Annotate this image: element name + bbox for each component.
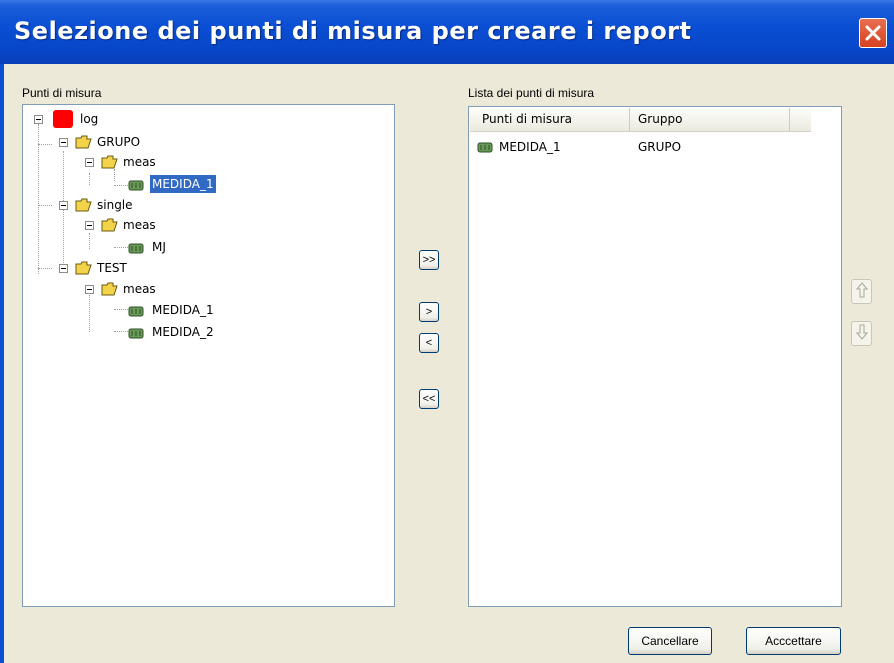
tree-node-single-mj[interactable]: MJ [23, 238, 223, 256]
tree-label: MJ [152, 240, 166, 254]
tree-label: TEST [97, 261, 127, 275]
arrow-up-icon [855, 282, 868, 298]
tree-node-test[interactable]: TEST [23, 259, 223, 277]
remove-one-button[interactable]: < [419, 333, 439, 353]
column-header-punti[interactable]: Punti di misura [470, 108, 630, 131]
collapse-toggle[interactable] [85, 285, 94, 294]
tree-node-grupo[interactable]: GRUPO [23, 133, 223, 151]
tree-node-test-medida2[interactable]: MEDIDA_2 [23, 323, 253, 341]
open-folder-icon [75, 261, 92, 275]
tree-node-test-medida1[interactable]: MEDIDA_1 [23, 301, 253, 319]
tree-node-single[interactable]: single [23, 196, 223, 214]
close-icon [865, 25, 881, 41]
collapse-toggle[interactable] [85, 158, 94, 167]
tree-label-selected: MEDIDA_1 [150, 175, 216, 193]
tree-node-test-meas[interactable]: meas [23, 280, 223, 298]
cancel-button[interactable]: Cancellare [628, 627, 712, 655]
list-cell-gruppo: GRUPO [638, 140, 682, 154]
accept-button[interactable]: Acccettare [746, 627, 841, 655]
tree-panel[interactable]: log GRUPO meas MEDIDA_1 single meas MJ T… [22, 104, 395, 607]
remove-all-button[interactable]: << [419, 389, 439, 409]
measure-point-icon [128, 180, 144, 191]
move-up-button[interactable] [851, 279, 872, 304]
add-one-button[interactable]: > [419, 302, 439, 322]
open-folder-icon [101, 282, 118, 296]
tree-label: MEDIDA_1 [152, 303, 214, 317]
measure-point-icon [477, 142, 493, 153]
window-border-left [0, 64, 4, 663]
collapse-toggle[interactable] [59, 138, 68, 147]
tree-label: meas [123, 155, 156, 169]
tree-label: log [80, 112, 99, 126]
tree-label: GRUPO [97, 135, 141, 149]
right-panel-label: Lista dei punti di misura [468, 86, 595, 100]
arrow-down-icon [855, 324, 868, 340]
column-header-gruppo[interactable]: Gruppo [630, 108, 790, 131]
tree-node-grupo-meas[interactable]: meas [23, 153, 223, 171]
collapse-toggle[interactable] [85, 221, 94, 230]
measure-point-icon [128, 243, 144, 254]
collapse-toggle[interactable] [34, 115, 43, 124]
close-button[interactable] [859, 18, 887, 48]
tree-node-log[interactable]: log [23, 110, 223, 128]
list-row[interactable]: MEDIDA_1 GRUPO [477, 138, 807, 156]
tree-label: meas [123, 282, 156, 296]
title-bar: Selezione dei punti di misura per creare… [0, 0, 894, 64]
collapse-toggle[interactable] [59, 201, 68, 210]
tree-label: meas [123, 218, 156, 232]
measure-point-icon [128, 306, 144, 317]
tree-label: single [97, 198, 133, 212]
open-folder-icon [75, 198, 92, 212]
tree-node-single-meas[interactable]: meas [23, 216, 223, 234]
selected-list-panel[interactable]: Punti di misura Gruppo MEDIDA_1 GRUPO [468, 106, 842, 607]
list-header: Punti di misura Gruppo [470, 108, 811, 132]
open-folder-icon [101, 155, 118, 169]
collapse-toggle[interactable] [59, 264, 68, 273]
open-folder-icon [101, 218, 118, 232]
move-down-button[interactable] [851, 321, 872, 346]
measure-point-icon [128, 328, 144, 339]
window-title: Selezione dei punti di misura per creare… [14, 17, 692, 45]
list-cell-punto: MEDIDA_1 [499, 140, 561, 154]
open-folder-icon [75, 135, 92, 149]
tree-label: MEDIDA_2 [152, 325, 214, 339]
left-panel-label: Punti di misura [22, 86, 102, 100]
log-root-icon [53, 110, 73, 128]
tree-node-grupo-medida1[interactable]: MEDIDA_1 [23, 175, 253, 193]
add-all-button[interactable]: >> [419, 250, 439, 270]
